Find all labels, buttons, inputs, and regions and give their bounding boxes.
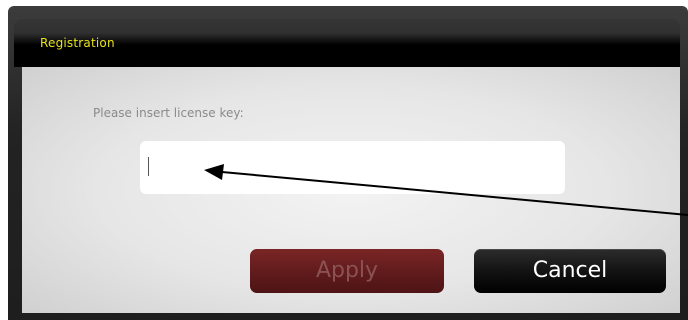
license-key-input[interactable] [140,141,565,194]
cancel-button[interactable]: Cancel [474,249,666,293]
dialog-title: Registration [40,36,115,50]
license-key-label: Please insert license key: [93,106,244,120]
apply-button[interactable]: Apply [250,249,444,293]
text-caret [148,157,149,176]
